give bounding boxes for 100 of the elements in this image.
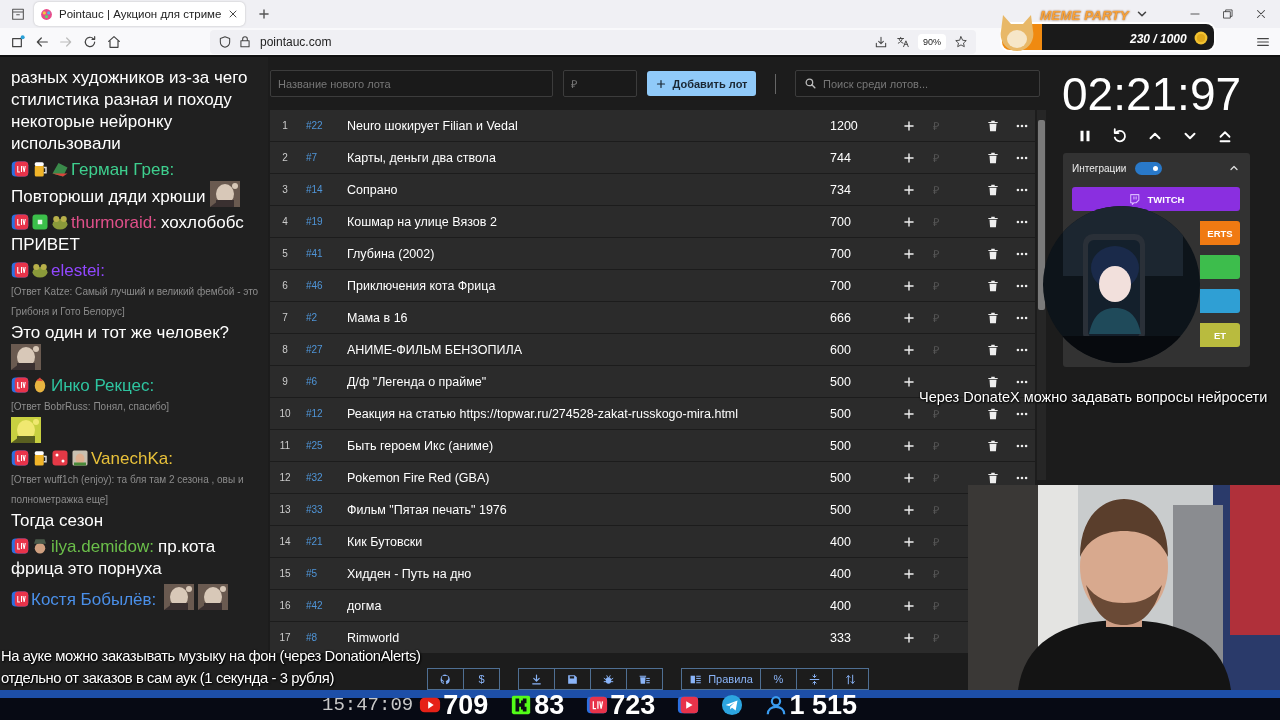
lot-name: АНИМЕ-ФИЛЬМ БЕНЗОПИЛА — [347, 342, 523, 357]
tabs-icon[interactable] — [10, 6, 26, 22]
row-number: 4 — [281, 216, 289, 227]
lot-amount: 600 — [829, 342, 852, 357]
star-icon[interactable] — [954, 34, 968, 49]
trash-icon[interactable] — [986, 406, 1000, 421]
new-tab-icon[interactable] — [257, 7, 272, 21]
toolbar-button[interactable] — [554, 668, 591, 690]
currency-button[interactable]: ₽ — [933, 598, 939, 613]
plus-icon[interactable] — [901, 502, 916, 517]
plus-icon[interactable] — [901, 182, 916, 197]
lot-amount: 734 — [829, 182, 852, 197]
plus-icon[interactable] — [901, 342, 916, 357]
integration-button[interactable]: TWITCH — [1072, 187, 1240, 211]
currency-button[interactable]: ₽ — [933, 182, 939, 197]
plus-icon[interactable] — [901, 406, 916, 421]
restore-icon[interactable] — [1221, 7, 1235, 21]
trash-icon[interactable] — [986, 150, 1000, 165]
add-lot-button[interactable]: Добавить лот — [647, 71, 756, 96]
trash-icon[interactable] — [986, 214, 1000, 229]
toolbar-button[interactable] — [626, 668, 663, 690]
lot-id: #46 — [305, 280, 324, 291]
chat-username[interactable]: VanechKa: — [91, 449, 173, 468]
zoom-button[interactable]: 90% — [918, 33, 946, 50]
close-icon[interactable] — [1254, 7, 1268, 21]
plus-icon[interactable] — [901, 598, 916, 613]
url-text[interactable]: pointauc.com — [260, 34, 332, 49]
lot-name-field[interactable]: Название нового лота — [270, 70, 553, 97]
chat-username[interactable]: elestei: — [51, 261, 105, 280]
trash-icon[interactable] — [986, 342, 1000, 357]
home-icon[interactable] — [106, 33, 122, 50]
lot-amount: 500 — [829, 374, 852, 389]
lot-name: Приключения кота Фрица — [347, 278, 497, 293]
chat-username[interactable]: Костя Бобылёв: — [31, 590, 157, 609]
trash-icon[interactable] — [986, 374, 1000, 389]
translate-icon[interactable] — [896, 34, 910, 49]
plus-icon[interactable] — [901, 214, 916, 229]
address-field[interactable]: pointauc.com 90% — [210, 29, 976, 54]
trash-icon[interactable] — [986, 310, 1000, 325]
chat-badge-icon — [31, 261, 49, 279]
paper-plane-icon — [721, 694, 744, 716]
currency-button[interactable]: ₽ — [933, 278, 939, 293]
plus-icon[interactable] — [901, 278, 916, 293]
reply-text: [Ответ wuff1ch (enjoy): та бля там 2 сезона , овы и полнометражка еще] — [11, 473, 245, 507]
currency-button[interactable]: ₽ — [933, 502, 939, 517]
reset-icon[interactable] — [1111, 127, 1129, 145]
plus-icon[interactable] — [901, 310, 916, 325]
plus-icon[interactable] — [901, 246, 916, 261]
toolbar-button[interactable]: Правила — [681, 668, 761, 690]
trash-icon[interactable] — [986, 470, 1000, 485]
plus-icon[interactable] — [901, 118, 916, 133]
shield-icon[interactable] — [218, 34, 232, 49]
trash-icon[interactable] — [986, 438, 1000, 453]
currency-button[interactable]: ₽ — [933, 246, 939, 261]
integration-button[interactable]: ET — [1200, 323, 1240, 347]
plus-icon[interactable] — [901, 630, 916, 645]
chat-username[interactable]: thurmoraid: — [71, 213, 157, 232]
currency-button[interactable]: ₽ — [933, 630, 939, 645]
plus-icon[interactable] — [901, 566, 916, 581]
currency-button[interactable]: ₽ — [933, 406, 939, 421]
currency-button[interactable]: ₽ — [933, 150, 939, 165]
trash-icon[interactable] — [986, 278, 1000, 293]
lot-name: Фильм "Пятая печать" 1976 — [347, 502, 508, 517]
panel-title: Интеграции — [1072, 162, 1127, 174]
timer-display: 02:21:97 — [1062, 67, 1243, 121]
chat-badge-icon — [11, 213, 29, 231]
plus-icon[interactable] — [901, 438, 916, 453]
cat-icon — [439, 672, 452, 686]
currency-button[interactable]: ₽ — [933, 566, 939, 581]
lot-amount: 400 — [829, 566, 852, 581]
plus-icon[interactable] — [901, 374, 916, 389]
chat-username[interactable]: ilya.demidow: — [51, 537, 154, 556]
toolbar-button[interactable]: $ — [463, 668, 500, 690]
trash-icon[interactable] — [986, 246, 1000, 261]
currency-button[interactable]: ₽ — [933, 214, 939, 229]
plus-icon[interactable] — [901, 150, 916, 165]
integration-button[interactable]: ERTS — [1200, 221, 1240, 245]
reload-icon[interactable] — [82, 33, 98, 50]
currency-button[interactable]: ₽ — [933, 118, 939, 133]
chat-username[interactable]: Герман Грев: — [71, 160, 175, 179]
plus-icon[interactable] — [901, 470, 916, 485]
trash-icon[interactable] — [986, 118, 1000, 133]
plus-icon[interactable] — [901, 534, 916, 549]
search-field[interactable]: Поиск среди лотов... — [795, 70, 1040, 97]
trash-icon[interactable] — [986, 182, 1000, 197]
currency-button[interactable]: ₽ — [933, 534, 939, 549]
currency-button[interactable]: ₽ — [933, 438, 939, 453]
toggle-switch[interactable] — [1135, 161, 1163, 175]
chat-username[interactable]: Инко Рекцес: — [51, 376, 155, 395]
lock-icon[interactable] — [238, 34, 252, 49]
toolbar-button[interactable] — [832, 668, 869, 690]
lot-id: #5 — [305, 568, 319, 579]
browser-tab[interactable]: Pointauc | Аукцион для стриме — [34, 2, 246, 26]
currency-button[interactable]: ₽ — [933, 470, 939, 485]
sidebar-icon[interactable] — [10, 33, 26, 50]
amount-field[interactable]: ₽ — [563, 70, 637, 97]
currency-button[interactable]: ₽ — [933, 342, 939, 357]
lot-id: #14 — [305, 184, 324, 195]
download-icon[interactable] — [874, 34, 888, 49]
currency-button[interactable]: ₽ — [933, 310, 939, 325]
